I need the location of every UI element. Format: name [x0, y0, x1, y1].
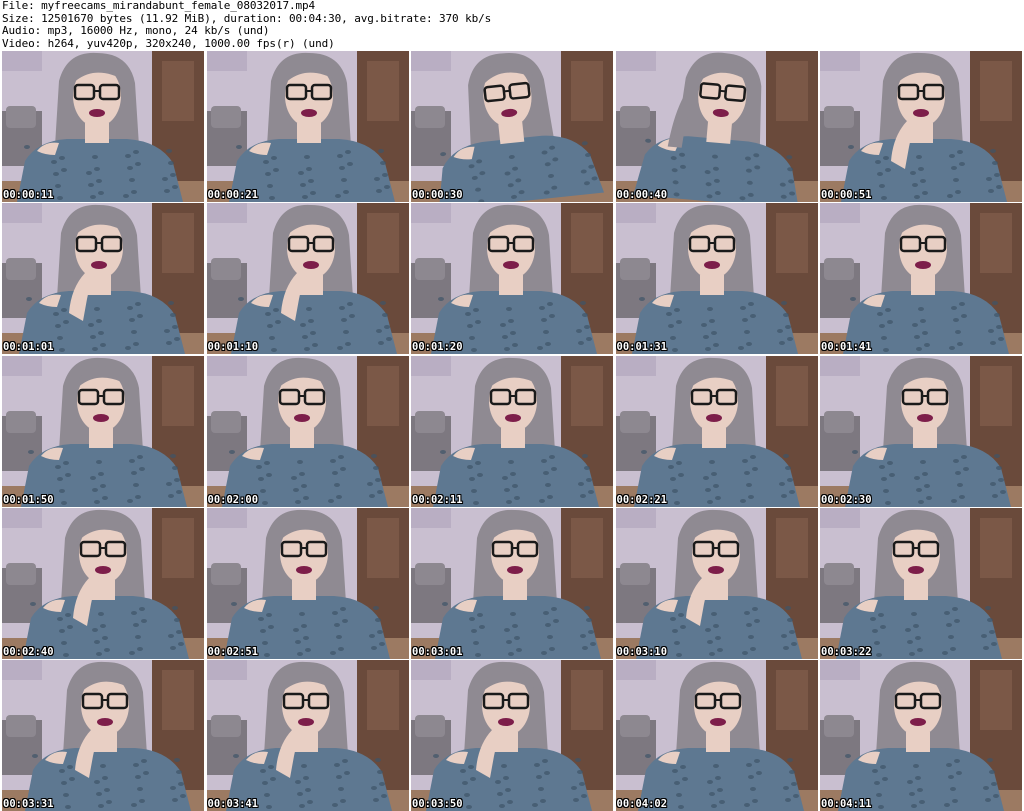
video-thumbnail: 00:00:21	[206, 51, 409, 202]
audio-info-line: Audio: mp3, 16000 Hz, mono, 24 kb/s (und…	[2, 24, 270, 37]
thumbnail-image	[615, 51, 818, 202]
timestamp-label: 00:03:22	[821, 645, 872, 658]
video-thumbnail: 00:03:01	[411, 507, 613, 659]
timestamp-label: 00:00:21	[207, 189, 259, 201]
video-thumbnail: 00:00:51	[820, 51, 1022, 202]
thumbnail-image	[2, 507, 204, 659]
video-thumbnail: 00:01:01	[2, 203, 204, 355]
video-thumbnail: 00:01:31	[615, 203, 818, 355]
timestamp-label: 00:03:31	[3, 798, 54, 810]
thumbnail-image	[411, 355, 613, 507]
thumbnail-image	[615, 355, 818, 507]
timestamp-label: 00:04:11	[821, 798, 872, 810]
timestamp-label: 00:03:10	[616, 645, 668, 658]
video-thumbnail: 00:04:02	[615, 660, 818, 811]
timestamp-label: 00:04:02	[616, 798, 668, 810]
thumbnail-image	[820, 355, 1022, 507]
timestamp-label: 00:01:50	[3, 493, 54, 506]
thumbnail-image	[2, 355, 204, 507]
video-thumbnail: 00:02:51	[206, 507, 409, 659]
thumbnail-image	[2, 660, 204, 811]
video-thumbnail: 00:03:22	[820, 507, 1022, 659]
thumbnail-grid: 00:00:11 00:00:21 00:00:30 00:00:40 00:00:51…	[2, 51, 1022, 811]
video-thumbnail: 00:01:10	[206, 203, 409, 355]
thumbnail-image	[206, 203, 409, 355]
video-thumbnail: 00:02:21	[615, 355, 818, 507]
thumbnail-image	[820, 507, 1022, 659]
file-name-line: File: myfreecams_mirandabunt_female_0803…	[2, 0, 316, 12]
file-info-header: File: myfreecams_mirandabunt_female_0803…	[2, 0, 1022, 50]
video-thumbnail: 00:03:10	[615, 507, 818, 659]
thumbnail-image	[411, 660, 613, 811]
timestamp-label: 00:02:30	[821, 493, 872, 506]
video-thumbnail: 00:00:40	[615, 51, 818, 202]
thumbnail-image	[206, 507, 409, 659]
video-info-line: Video: h264, yuv420p, 320x240, 1000.00 f…	[2, 36, 335, 50]
timestamp-label: 00:00:51	[821, 189, 872, 201]
thumbnail-image	[411, 507, 613, 659]
thumbnail-image	[2, 51, 204, 202]
video-thumbnail: 00:01:50	[2, 355, 204, 507]
video-thumbnail: 00:02:30	[820, 355, 1022, 507]
timestamp-label: 00:03:50	[412, 798, 463, 810]
thumbnail-image	[820, 51, 1022, 202]
video-thumbnail: 00:02:40	[2, 507, 204, 659]
thumbnail-image	[820, 203, 1022, 355]
thumbnail-image	[615, 660, 818, 811]
timestamp-label: 00:00:40	[616, 189, 668, 201]
video-thumbnail: 00:02:11	[411, 355, 613, 507]
timestamp-label: 00:01:10	[207, 341, 259, 354]
timestamp-label: 00:01:20	[412, 341, 463, 354]
thumbnail-image	[2, 203, 204, 355]
video-thumbnail: 00:02:00	[206, 355, 409, 507]
timestamp-label: 00:00:30	[412, 189, 463, 201]
thumbnail-image	[820, 660, 1022, 811]
timestamp-label: 00:02:11	[412, 493, 463, 506]
timestamp-label: 00:01:41	[821, 341, 872, 354]
thumbnail-image	[615, 203, 818, 355]
timestamp-label: 00:02:51	[207, 645, 259, 658]
timestamp-label: 00:03:01	[412, 645, 463, 658]
timestamp-label: 00:01:31	[616, 341, 668, 354]
video-thumbnail: 00:00:11	[2, 51, 204, 202]
video-thumbnail: 00:01:41	[820, 203, 1022, 355]
timestamp-label: 00:01:01	[3, 341, 54, 354]
video-thumbnail: 00:00:30	[411, 51, 613, 202]
thumbnail-image	[206, 51, 409, 202]
thumbnail-image	[206, 355, 409, 507]
thumbnail-image	[206, 660, 409, 811]
timestamp-label: 00:02:21	[616, 493, 668, 506]
thumbnail-image	[615, 507, 818, 659]
timestamp-label: 00:03:41	[207, 798, 259, 810]
timestamp-label: 00:00:11	[3, 189, 54, 201]
thumbnail-image	[411, 203, 613, 355]
video-thumbnail: 00:03:31	[2, 660, 204, 811]
video-thumbnail: 00:03:41	[206, 660, 409, 811]
timestamp-label: 00:02:40	[3, 645, 54, 658]
thumbnail-image	[411, 51, 613, 202]
video-thumbnail: 00:01:20	[411, 203, 613, 355]
video-thumbnail: 00:04:11	[820, 660, 1022, 811]
video-thumbnail: 00:03:50	[411, 660, 613, 811]
timestamp-label: 00:02:00	[207, 493, 259, 506]
